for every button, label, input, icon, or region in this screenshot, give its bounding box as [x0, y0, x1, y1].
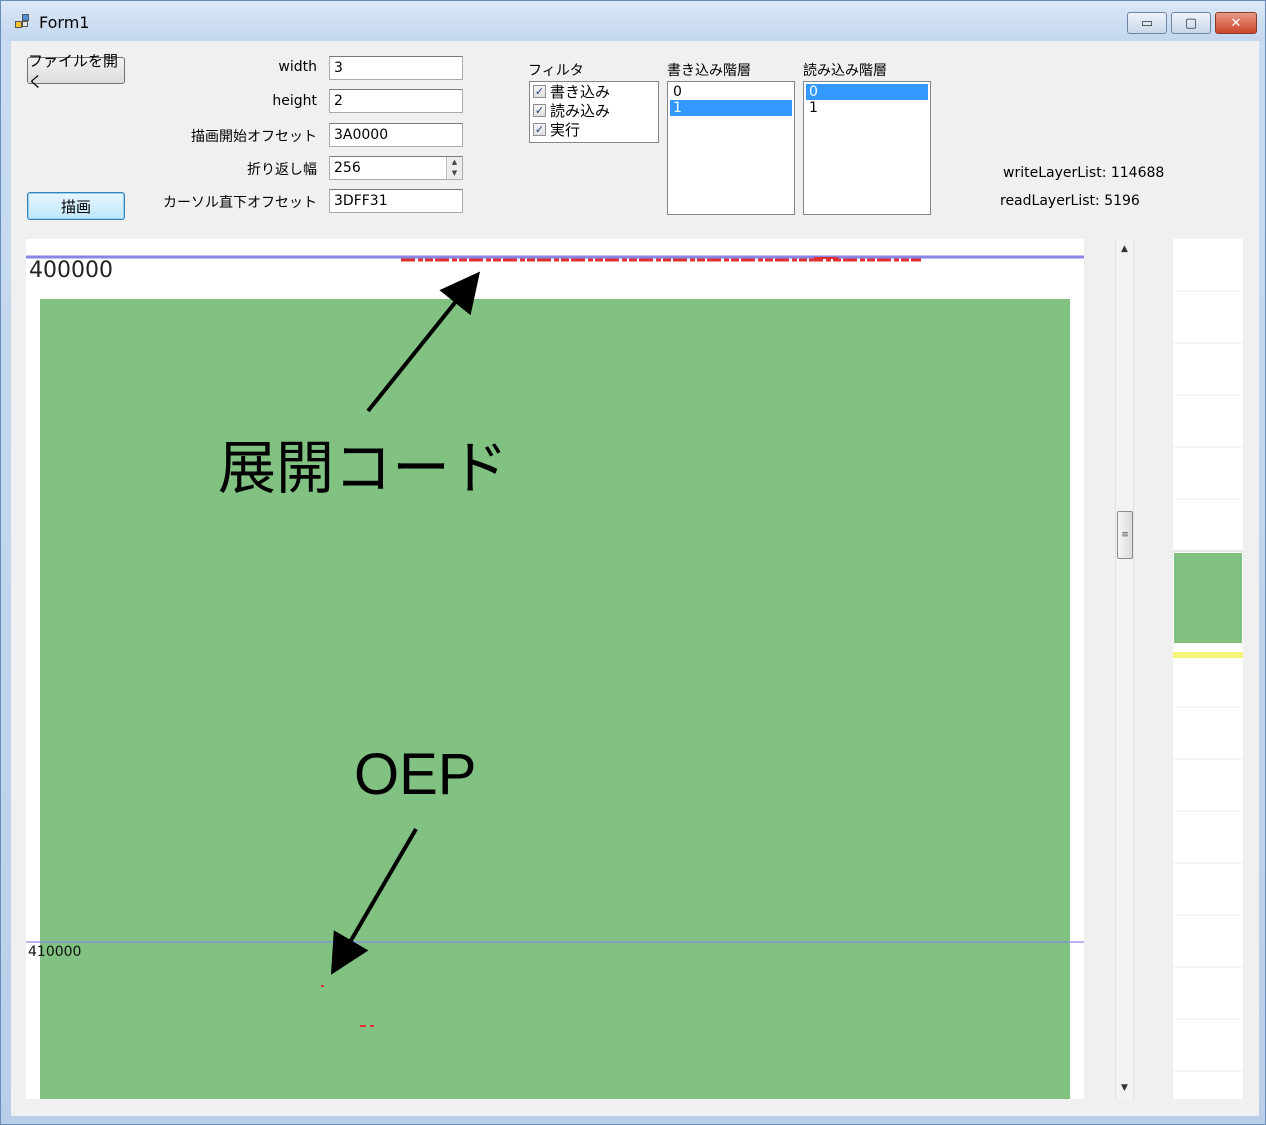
window-title: Form1	[39, 13, 90, 32]
width-field[interactable]: 3	[329, 56, 463, 80]
list-item[interactable]: 0	[670, 84, 792, 100]
vertical-scrollbar[interactable]: ▲ ≡ ▼	[1115, 239, 1134, 1099]
start-offset-label: 描画開始オフセット	[191, 129, 317, 145]
unpack-code-annotation: 展開コード	[218, 434, 509, 502]
oep-annotation: OEP	[354, 742, 477, 807]
write-layers-list[interactable]: 0 1	[667, 81, 795, 215]
client-area: ファイルを開く 描画 width 3 height 2 描画開始オフセット 3A…	[11, 41, 1259, 1116]
address-label-top: 400000	[29, 258, 113, 283]
start-offset-field[interactable]: 3A0000	[329, 123, 463, 147]
filter-item-execute[interactable]: ✓ 実行	[533, 120, 580, 139]
draw-button[interactable]: 描画	[27, 192, 125, 220]
checkbox-checked-icon[interactable]: ✓	[533, 85, 546, 98]
read-layers-label: 読み込み階層	[803, 63, 887, 79]
minimap-fill	[1174, 553, 1242, 643]
stepper-arrows-icon[interactable]: ▲ ▼	[446, 157, 462, 179]
list-item[interactable]: 1	[806, 100, 928, 116]
height-field[interactable]: 2	[329, 89, 463, 113]
scroll-down-icon[interactable]: ▼	[1116, 1080, 1133, 1096]
cursor-offset-field[interactable]: 3DFF31	[329, 189, 463, 213]
cursor-offset-label: カーソル直下オフセット	[163, 195, 317, 211]
height-label: height	[272, 93, 317, 109]
wrap-width-stepper[interactable]: 256	[329, 156, 463, 180]
write-layers-label: 書き込み階層	[667, 63, 751, 79]
list-item-selected[interactable]: 1	[670, 100, 792, 116]
address-label-mid: 410000	[28, 944, 82, 960]
oep-mark	[321, 985, 324, 987]
filter-checklist: ✓ 書き込み ✓ 読み込み ✓ 実行	[529, 81, 659, 143]
filter-item-read[interactable]: ✓ 読み込み	[533, 101, 610, 120]
read-layer-count: readLayerList: 5196	[1000, 193, 1140, 209]
close-button[interactable]: ✕	[1215, 12, 1257, 34]
write-mark	[370, 1025, 374, 1027]
minimap[interactable]	[1173, 239, 1243, 1099]
list-item-selected[interactable]: 0	[806, 84, 928, 100]
filter-item-write[interactable]: ✓ 書き込み	[533, 82, 610, 101]
write-mark	[360, 1025, 366, 1027]
app-window: Form1 ▭ ▢ ✕ ファイルを開く 描画 width 3 height 2 …	[0, 0, 1266, 1125]
minimap-read-band	[1173, 652, 1243, 658]
checkbox-checked-icon[interactable]: ✓	[533, 123, 546, 136]
title-bar[interactable]: Form1 ▭ ▢ ✕	[1, 1, 1265, 41]
memory-fill	[40, 299, 1070, 1099]
read-layers-list[interactable]: 0 1	[803, 81, 931, 215]
write-layer-count: writeLayerList: 114688	[1003, 165, 1165, 181]
open-file-button[interactable]: ファイルを開く	[27, 52, 125, 91]
scroll-up-icon[interactable]: ▲	[1116, 241, 1133, 257]
minimap-grid	[1173, 290, 1243, 1072]
checkbox-checked-icon[interactable]: ✓	[533, 104, 546, 117]
memory-map-canvas[interactable]: 400000 410000 展開コード OEP	[26, 239, 1084, 1099]
minimize-button[interactable]: ▭	[1127, 12, 1167, 34]
filter-label: フィルタ	[528, 63, 584, 79]
memory-map-svg	[26, 255, 1084, 1099]
maximize-button[interactable]: ▢	[1171, 12, 1211, 34]
wrap-width-label: 折り返し幅	[247, 162, 317, 178]
scrollbar-thumb[interactable]: ≡	[1117, 511, 1133, 559]
width-label: width	[278, 59, 317, 75]
minimap-svg	[1173, 290, 1243, 1072]
app-icon	[15, 14, 31, 30]
